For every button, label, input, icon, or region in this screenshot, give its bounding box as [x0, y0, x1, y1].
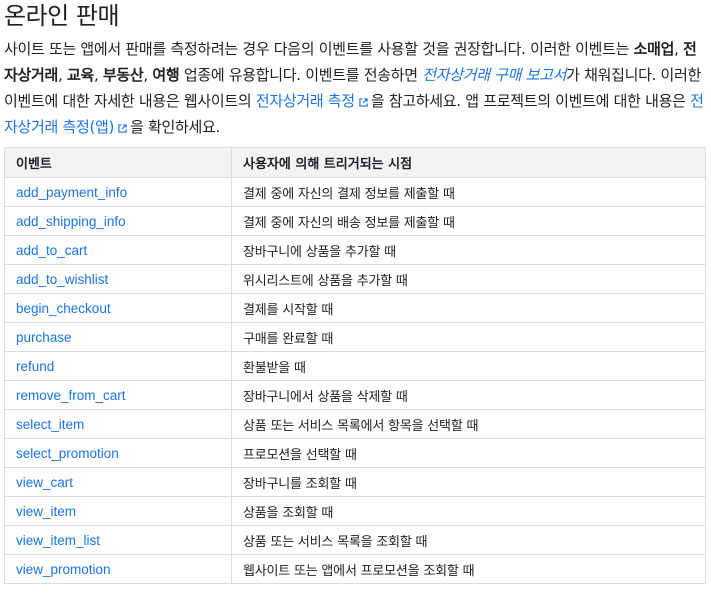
industry-education: 교육	[66, 66, 94, 84]
event-trigger: 웹사이트 또는 앱에서 프로모션을 조회할 때	[231, 554, 706, 584]
event-trigger: 장바구니를 조회할 때	[231, 467, 706, 497]
ecommerce-purchase-report-link[interactable]: 전자상거래 구매 보고서	[422, 66, 566, 84]
event-name-link[interactable]: view_promotion	[4, 554, 232, 584]
table-row: view_item_list 상품 또는 서비스 목록을 조회할 때	[4, 525, 706, 555]
table-row: view_cart 장바구니를 조회할 때	[4, 467, 706, 497]
page-title: 온라인 판매	[4, 2, 120, 30]
page: 온라인 판매 사이트 또는 앱에서 판매를 측정하려는 경우 다음의 이벤트를 …	[0, 0, 711, 604]
intro-text: 사이트 또는 앱에서 판매를 측정하려는 경우 다음의 이벤트를 사용할 것을 …	[4, 40, 634, 58]
event-trigger: 결제 중에 자신의 배송 정보를 제출할 때	[231, 206, 706, 236]
table-row: add_shipping_info 결제 중에 자신의 배송 정보를 제출할 때	[4, 206, 706, 236]
event-trigger: 위시리스트에 상품을 추가할 때	[231, 264, 706, 294]
table-row: view_item 상품을 조회할 때	[4, 496, 706, 526]
intro-text: 업종에 유용합니다. 이벤트를 전송하면	[179, 66, 423, 84]
events-table: 이벤트 사용자에 의해 트리거되는 시점 add_payment_info 결제 …	[4, 147, 706, 584]
event-trigger: 상품 또는 서비스 목록을 조회할 때	[231, 525, 706, 555]
table-row: select_item 상품 또는 서비스 목록에서 항목을 선택할 때	[4, 409, 706, 439]
table-row: remove_from_cart 장바구니에서 상품을 삭제할 때	[4, 380, 706, 410]
ecommerce-measurement-link-label: 전자상거래 측정	[255, 92, 355, 110]
event-name-link[interactable]: select_promotion	[4, 438, 232, 468]
event-name-link[interactable]: view_item_list	[4, 525, 232, 555]
event-name-link[interactable]: add_to_wishlist	[4, 264, 232, 294]
event-trigger: 결제를 시작할 때	[231, 293, 706, 323]
table-header-row: 이벤트 사용자에 의해 트리거되는 시점	[4, 147, 706, 178]
event-name-link[interactable]: view_item	[4, 496, 232, 526]
external-link-icon	[118, 124, 127, 133]
table-row: add_to_wishlist 위시리스트에 상품을 추가할 때	[4, 264, 706, 294]
event-trigger: 장바구니에서 상품을 삭제할 때	[231, 380, 706, 410]
event-trigger: 프로모션을 선택할 때	[231, 438, 706, 468]
table-row: view_promotion 웹사이트 또는 앱에서 프로모션을 조회할 때	[4, 554, 706, 584]
event-trigger: 환불받을 때	[231, 351, 706, 381]
event-trigger: 장바구니에 상품을 추가할 때	[231, 235, 706, 265]
event-name-link[interactable]: add_payment_info	[4, 177, 232, 207]
event-name-link[interactable]: view_cart	[4, 467, 232, 497]
event-trigger: 구매를 완료할 때	[231, 322, 706, 352]
intro-text: 을 확인하세요.	[130, 118, 221, 136]
event-trigger: 상품 또는 서비스 목록에서 항목을 선택할 때	[231, 409, 706, 439]
intro-text: 을 참고하세요. 앱 프로젝트의 이벤트에 대한 내용은	[370, 92, 691, 110]
industry-retail: 소매업	[633, 40, 675, 58]
table-row: begin_checkout 결제를 시작할 때	[4, 293, 706, 323]
intro-sep: ,	[58, 66, 67, 84]
event-name-link[interactable]: add_shipping_info	[4, 206, 232, 236]
table-row: add_to_cart 장바구니에 상품을 추가할 때	[4, 235, 706, 265]
event-name-link[interactable]: select_item	[4, 409, 232, 439]
ecommerce-measurement-link[interactable]: 전자상거래 측정	[256, 92, 371, 110]
table-row: refund 환불받을 때	[4, 351, 706, 381]
event-name-link[interactable]: begin_checkout	[4, 293, 232, 323]
table-row: add_payment_info 결제 중에 자신의 결제 정보를 제출할 때	[4, 177, 706, 207]
event-trigger: 결제 중에 자신의 결제 정보를 제출할 때	[231, 177, 706, 207]
industry-real-estate: 부동산	[102, 66, 144, 84]
event-name-link[interactable]: purchase	[4, 322, 232, 352]
intro-sep: ,	[674, 40, 684, 58]
table-row: purchase 구매를 완료할 때	[4, 322, 706, 352]
intro-paragraph: 사이트 또는 앱에서 판매를 측정하려는 경우 다음의 이벤트를 사용할 것을 …	[4, 36, 707, 140]
intro-sep: ,	[93, 66, 103, 84]
external-link-icon	[359, 98, 368, 107]
industry-travel: 여행	[152, 66, 180, 84]
event-name-link[interactable]: remove_from_cart	[4, 380, 232, 410]
header-trigger: 사용자에 의해 트리거되는 시점	[231, 147, 706, 178]
event-name-link[interactable]: add_to_cart	[4, 235, 232, 265]
header-event: 이벤트	[4, 147, 232, 178]
event-trigger: 상품을 조회할 때	[231, 496, 706, 526]
table-row: select_promotion 프로모션을 선택할 때	[4, 438, 706, 468]
event-name-link[interactable]: refund	[4, 351, 232, 381]
